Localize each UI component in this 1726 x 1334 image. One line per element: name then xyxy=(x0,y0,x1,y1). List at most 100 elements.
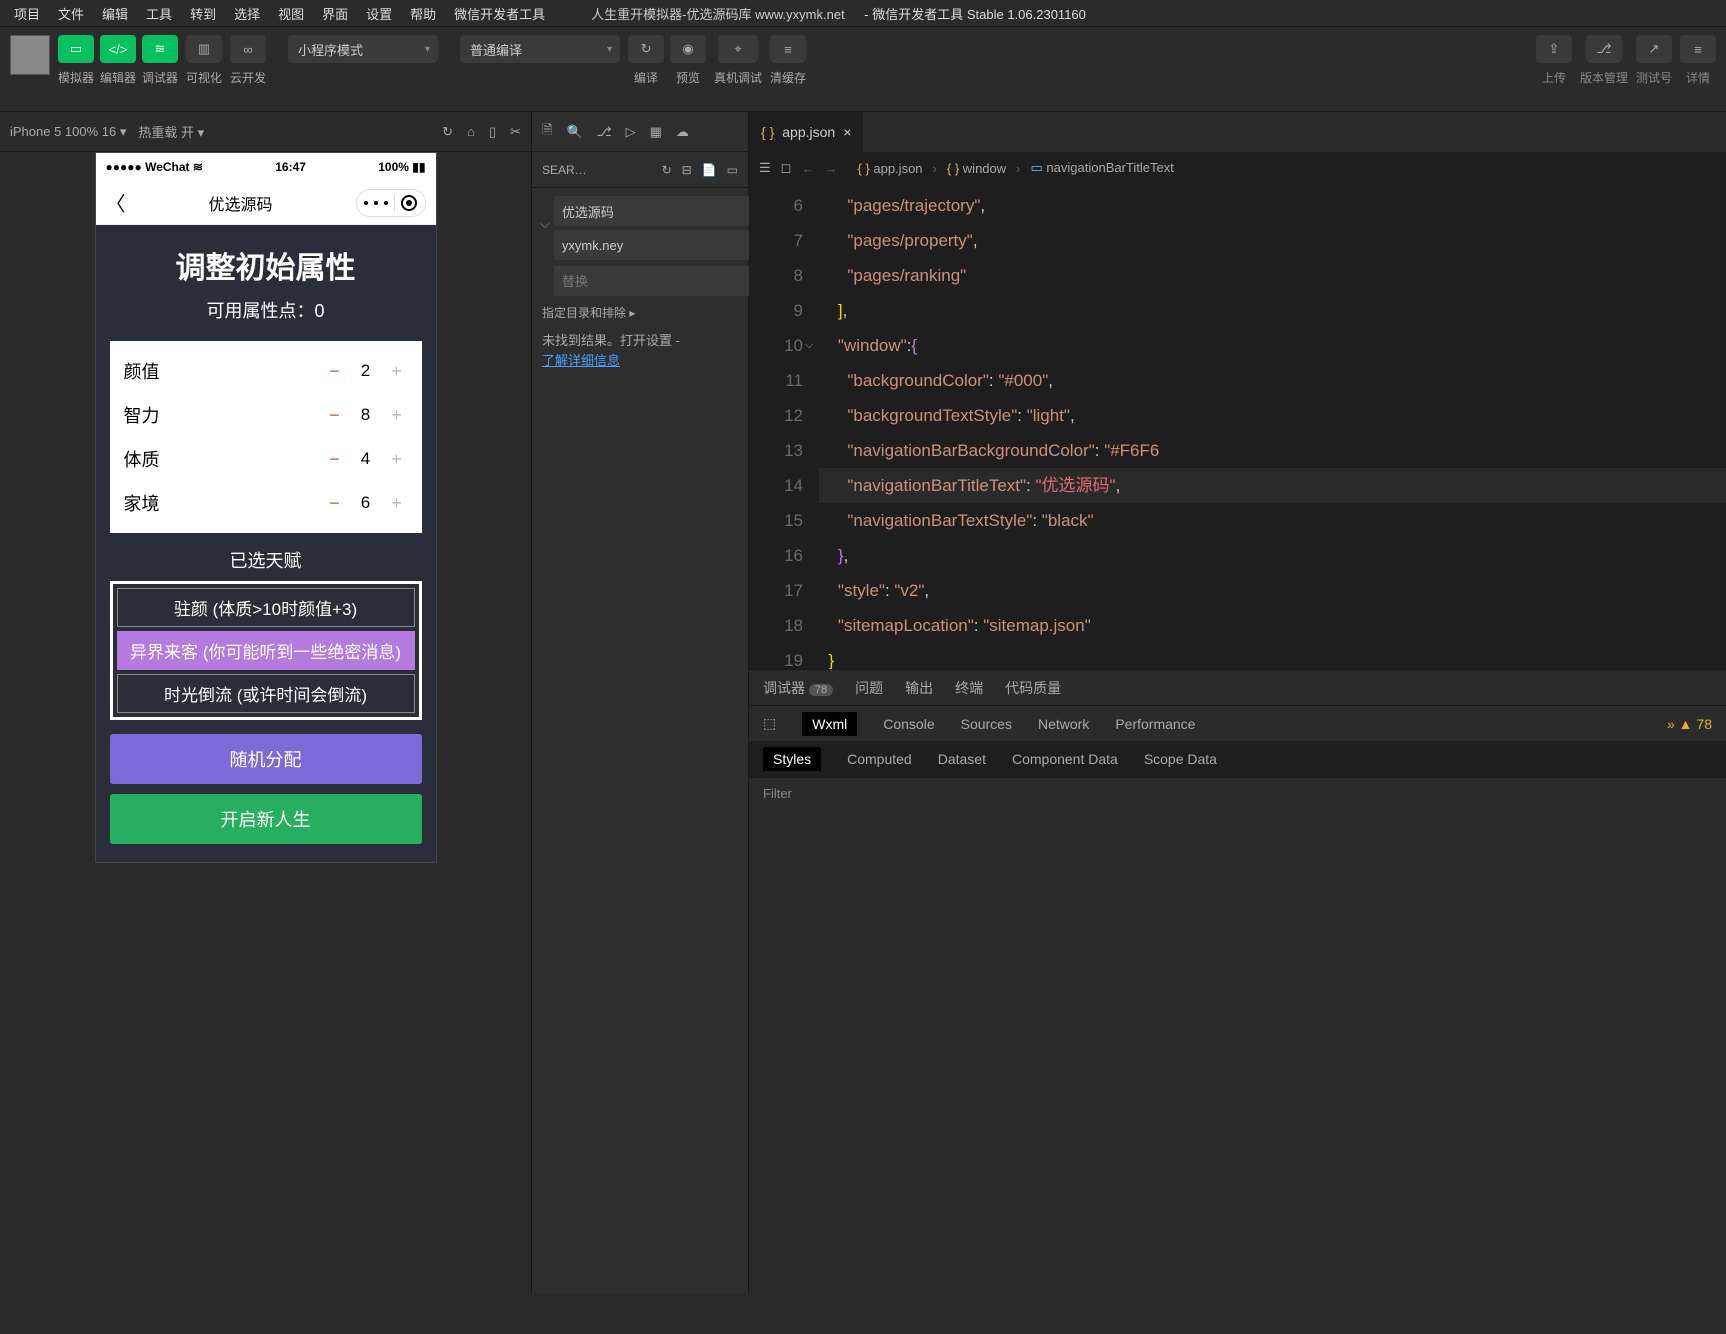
hot-reload[interactable]: 热重载 开 ▾ xyxy=(138,122,204,141)
component-tab[interactable]: Component Data xyxy=(1012,751,1118,767)
compile-button[interactable]: ↻ xyxy=(628,35,664,63)
files-icon[interactable]: 🗎 xyxy=(542,121,552,143)
search-icon[interactable]: 🔍 xyxy=(566,124,582,140)
avatar[interactable] xyxy=(10,35,50,75)
capsule-button[interactable] xyxy=(356,189,426,217)
console-tab[interactable]: Console xyxy=(883,716,934,732)
menu-item[interactable]: 界面 xyxy=(314,2,356,25)
minus-button[interactable]: − xyxy=(324,492,346,514)
search-options[interactable]: 指定目录和排除 ▸ xyxy=(540,300,740,325)
attribute-value: 6 xyxy=(346,493,386,513)
new-file-icon[interactable]: 📄 xyxy=(702,163,717,177)
cloud-button[interactable]: ∞ xyxy=(230,35,266,63)
menu-item[interactable]: 工具 xyxy=(138,2,180,25)
mode-dropdown[interactable]: 小程序模式 xyxy=(288,35,438,63)
menu-item[interactable]: 转到 xyxy=(182,2,224,25)
back-icon[interactable]: 〈 xyxy=(106,188,126,217)
quality-tab[interactable]: 代码质量 xyxy=(1005,678,1061,698)
clear-button[interactable]: ≡ xyxy=(770,35,806,63)
home-icon[interactable]: ⌂ xyxy=(467,124,475,140)
scope-tab[interactable]: Scope Data xyxy=(1144,751,1217,767)
minus-button[interactable]: − xyxy=(324,404,346,426)
clear-label: 清缓存 xyxy=(770,69,806,86)
attribute-label: 体质 xyxy=(124,446,324,472)
warning-badge[interactable]: » ▲ 78 xyxy=(1667,716,1712,732)
real-label: 真机调试 xyxy=(714,69,762,86)
refresh2-icon[interactable]: ↻ xyxy=(662,163,672,177)
device-select[interactable]: iPhone 5 100% 16 ▾ xyxy=(10,124,126,140)
plus-button[interactable]: + xyxy=(386,492,408,514)
expand-icon[interactable]: ⌵ xyxy=(540,196,550,232)
menu-item[interactable]: 项目 xyxy=(6,2,48,25)
dataset-tab[interactable]: Dataset xyxy=(938,751,986,767)
refresh-icon[interactable]: ↻ xyxy=(442,124,453,140)
simulator-button[interactable]: ▭ xyxy=(58,35,94,63)
cloud-icon[interactable]: ☁ xyxy=(676,124,689,140)
styles-tab[interactable]: Styles xyxy=(763,747,821,771)
preview-label: 预览 xyxy=(670,69,706,86)
computed-tab[interactable]: Computed xyxy=(847,751,912,767)
attribute-row: 家境 − 6 + xyxy=(110,481,422,525)
menu-item[interactable]: 编辑 xyxy=(94,2,136,25)
menu-item[interactable]: 选择 xyxy=(226,2,268,25)
detail-button[interactable]: ≡ xyxy=(1680,35,1716,63)
preview-button[interactable]: ◉ xyxy=(670,35,706,63)
bookmark-icon[interactable]: ◻ xyxy=(781,160,792,176)
output-tab[interactable]: 输出 xyxy=(905,678,933,698)
attribute-value: 8 xyxy=(346,405,386,425)
random-button[interactable]: 随机分配 xyxy=(110,734,422,784)
search-results: 未找到结果。打开设置 - 了解详细信息 xyxy=(540,325,740,376)
editor-button[interactable]: </> xyxy=(100,35,136,63)
start-button[interactable]: 开启新人生 xyxy=(110,794,422,844)
plus-button[interactable]: + xyxy=(386,404,408,426)
search-label: SEAR… xyxy=(542,163,587,177)
list-icon[interactable]: ☰ xyxy=(759,160,771,176)
code-editor[interactable]: 67891011121314151617181920 "pages/trajec… xyxy=(749,184,1726,669)
clear2-icon[interactable]: ⊟ xyxy=(682,163,692,177)
compile-dropdown[interactable]: 普通编译 xyxy=(460,35,620,63)
sources-tab[interactable]: Sources xyxy=(961,716,1012,732)
cloud-label: 云开发 xyxy=(230,69,266,86)
branch-icon[interactable]: ⎇ xyxy=(597,124,612,140)
inspect-icon[interactable]: ⬚ xyxy=(763,715,776,732)
editor-pane: { } app.json × ☰ ◻ ←→ { } app.json › { }… xyxy=(749,112,1726,1294)
real-device-button[interactable]: ⌖ xyxy=(718,35,758,63)
filter-input[interactable]: Filter xyxy=(749,777,1726,809)
network-tab[interactable]: Network xyxy=(1038,716,1089,732)
menu-item[interactable]: 文件 xyxy=(50,2,92,25)
terminal-tab[interactable]: 终端 xyxy=(955,678,983,698)
talent-item[interactable]: 驻颜 (体质>10时颜值+3) xyxy=(117,588,415,627)
menu-item[interactable]: 设置 xyxy=(358,2,400,25)
menu-item[interactable]: 微信开发者工具 xyxy=(446,2,553,25)
device-icon[interactable]: ▯ xyxy=(489,124,496,140)
visual-button[interactable]: ▥ xyxy=(186,35,222,63)
attribute-label: 家境 xyxy=(124,490,324,516)
attribute-label: 颜值 xyxy=(124,358,324,384)
attribute-row: 体质 − 4 + xyxy=(110,437,422,481)
test-button[interactable]: ↗ xyxy=(1636,35,1672,63)
plus-button[interactable]: + xyxy=(386,448,408,470)
attribute-value: 4 xyxy=(346,449,386,469)
minus-button[interactable]: − xyxy=(324,360,346,382)
debugger-button[interactable]: ≋ xyxy=(142,35,178,63)
debug-tab[interactable]: 调试器 78 xyxy=(763,678,833,698)
ext-icon[interactable]: ▦ xyxy=(650,124,662,140)
cut-icon[interactable]: ✂ xyxy=(510,124,521,140)
wxml-tab[interactable]: Wxml xyxy=(802,712,857,736)
file-tab[interactable]: { } app.json × xyxy=(749,112,863,152)
talent-box: 驻颜 (体质>10时颜值+3) 异界来客 (你可能听到一些绝密消息) 时光倒流 (或… xyxy=(110,581,422,720)
upload-button[interactable]: ⇪ xyxy=(1536,35,1572,63)
minus-button[interactable]: − xyxy=(324,448,346,470)
attribute-row: 颜值 − 2 + xyxy=(110,349,422,393)
plus-button[interactable]: + xyxy=(386,360,408,382)
menu-item[interactable]: 帮助 xyxy=(402,2,444,25)
performance-tab[interactable]: Performance xyxy=(1115,716,1195,732)
problems-tab[interactable]: 问题 xyxy=(855,678,883,698)
collapse-icon[interactable]: ▭ xyxy=(727,163,738,177)
close-icon[interactable]: × xyxy=(843,124,851,140)
menu-item[interactable]: 视图 xyxy=(270,2,312,25)
talent-item[interactable]: 异界来客 (你可能听到一些绝密消息) xyxy=(117,631,415,670)
talent-item[interactable]: 时光倒流 (或许时间会倒流) xyxy=(117,674,415,713)
version-button[interactable]: ⎇ xyxy=(1586,35,1622,63)
debug-icon[interactable]: ▷ xyxy=(626,124,636,140)
